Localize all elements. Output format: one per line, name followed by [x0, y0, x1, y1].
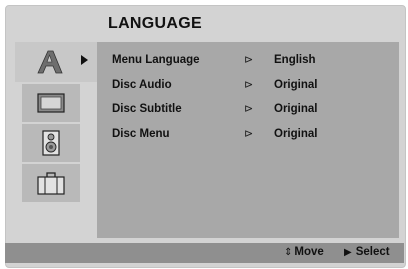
pointer-triangle-icon: ⊳ [244, 54, 254, 66]
briefcase-icon [37, 172, 65, 195]
active-tab-arrow-icon [81, 55, 88, 65]
menu-row-disc-audio[interactable]: Disc Audio ⊳ Original [112, 79, 372, 95]
speaker-icon [42, 130, 60, 156]
pointer-triangle-icon: ⊳ [244, 103, 254, 115]
menu-row-value: Original [274, 79, 318, 91]
menu-row-label: Menu Language [112, 54, 200, 66]
menu-row-value: Original [274, 103, 318, 115]
select-label: Select [355, 246, 390, 258]
menu-row-menu-language[interactable]: Menu Language ⊳ English [112, 54, 372, 70]
tab-display[interactable] [22, 84, 80, 122]
move-label: Move [294, 246, 324, 258]
tab-language[interactable] [15, 42, 97, 82]
menu-row-label: Disc Audio [112, 79, 172, 91]
menu-row-label: Disc Subtitle [112, 103, 182, 115]
footer-bar: ⇕ Move ▶ Select [5, 243, 404, 263]
display-screen-icon [37, 93, 65, 113]
menu-row-disc-subtitle[interactable]: Disc Subtitle ⊳ Original [112, 103, 372, 119]
menu-row-value: Original [274, 128, 318, 140]
move-hint: ⇕ Move [284, 246, 324, 258]
select-hint: ▶ Select [344, 246, 390, 258]
menu-row-value: English [274, 54, 316, 66]
page-title: LANGUAGE [108, 15, 202, 32]
pointer-triangle-icon: ⊳ [244, 79, 254, 91]
up-down-arrow-icon: ⇕ [284, 246, 293, 258]
menu-row-label: Disc Menu [112, 128, 170, 140]
language-letter-icon [37, 50, 63, 74]
right-arrow-icon: ▶ [344, 246, 352, 258]
pointer-triangle-icon: ⊳ [244, 128, 254, 140]
menu-row-disc-menu[interactable]: Disc Menu ⊳ Original [112, 128, 372, 144]
tab-others[interactable] [22, 164, 80, 202]
tab-audio[interactable] [22, 124, 80, 162]
